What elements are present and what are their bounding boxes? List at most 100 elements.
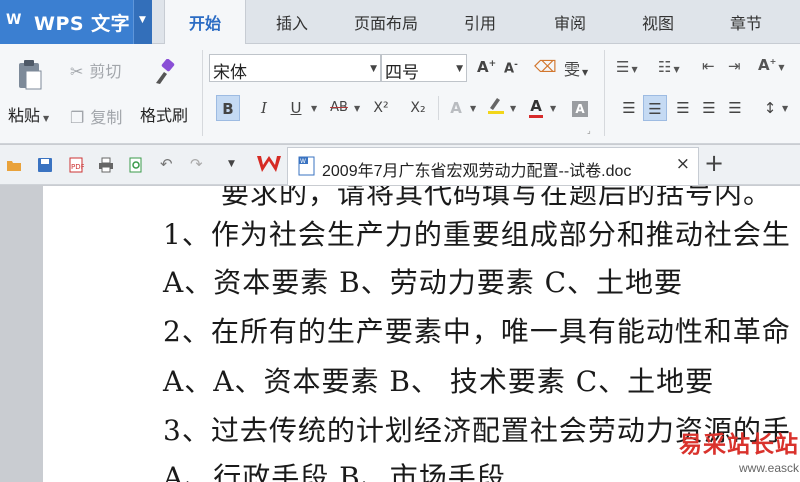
tab-chapter[interactable]: 章节 — [704, 0, 788, 44]
customize-toolbar-icon[interactable]: ▼ — [228, 159, 244, 175]
open-folder-icon[interactable] — [6, 157, 22, 173]
page-gutter — [0, 186, 43, 482]
title-tab-bar: W WPS 文字 ▼ 开始 插入 页面布局 引用 审阅 视图 章节 — [0, 0, 800, 45]
document-line: A、A、资本要素 B、 技术要素 C、土地要 — [163, 365, 715, 398]
font-size-value: 四号 — [385, 63, 419, 83]
subscript-button[interactable]: X₂ — [406, 95, 430, 121]
document-filename: 2009年7月广东省宏观劳动力配置--试卷.doc — [322, 163, 632, 180]
copy-icon: ❐ — [70, 108, 85, 127]
justify-icon[interactable]: ☰ — [697, 95, 721, 121]
caret-down-icon[interactable]: ▼ — [354, 104, 360, 113]
document-tab[interactable]: W 2009年7月广东省宏观劳动力配置--试卷.doc × — [287, 147, 699, 185]
print-icon[interactable] — [98, 157, 114, 173]
underline-label: U — [290, 99, 302, 117]
document-line: A、资本要素 B、劳动力要素 C、土地要 — [163, 266, 684, 299]
undo-icon[interactable]: ↶ — [160, 155, 176, 173]
caret-down-icon: ▼ — [370, 64, 377, 74]
format-painter-icon[interactable] — [152, 58, 178, 86]
caret-down-icon: ▼ — [582, 68, 589, 77]
font-size-select[interactable]: 四号 ▼ — [381, 54, 467, 83]
copy-button[interactable]: ❐ 复制 — [70, 104, 122, 128]
numbered-list-icon[interactable]: ☷ ▼ — [658, 58, 680, 76]
tab-review[interactable]: 审阅 — [528, 0, 612, 44]
character-scaling-icon[interactable]: A+▼ — [758, 56, 784, 74]
export-pdf-icon[interactable]: PDF — [68, 157, 85, 173]
print-preview-icon[interactable] — [128, 157, 144, 173]
caret-down-icon[interactable]: ▼ — [510, 104, 516, 113]
line-spacing-icon[interactable]: ↕ — [758, 95, 782, 121]
document-line: 2、在所有的生产要素中，唯一具有能动性和革命 — [163, 315, 791, 348]
paste-label: 粘贴 — [8, 106, 41, 125]
caret-down-icon[interactable]: ▼ — [470, 104, 476, 113]
app-menu-button[interactable]: W WPS 文字 ▼ — [0, 0, 152, 44]
cut-label: 剪切 — [89, 62, 122, 81]
bullet-list-icon[interactable]: ☰ ▼ — [616, 58, 638, 76]
increase-indent-icon[interactable]: ⇥ — [728, 57, 741, 75]
caret-down-icon[interactable]: ▼ — [550, 104, 556, 113]
shrink-font-icon[interactable]: A- — [504, 60, 518, 76]
document-line: A、行政手段 B、市场手段 — [163, 461, 506, 482]
underline-button[interactable]: U — [284, 95, 308, 121]
tab-view[interactable]: 视图 — [620, 0, 696, 44]
bold-button[interactable]: B — [216, 95, 240, 121]
align-left-icon[interactable]: ☰ — [617, 95, 641, 121]
scissors-icon: ✂ — [70, 62, 84, 81]
decrease-indent-icon[interactable]: ⇤ — [702, 57, 715, 75]
group-separator — [604, 50, 605, 136]
caret-down-icon: ▼ — [631, 65, 638, 74]
close-tab-icon[interactable]: × — [676, 154, 690, 174]
font-color-icon[interactable]: A — [524, 93, 548, 119]
ribbon-home: 粘贴 ▼ ✂ 剪切 ❐ 复制 格式刷 宋体 ▼ 四号 ▼ A+ A- ⌫ 雯 ▼ B I… — [0, 44, 800, 144]
grow-font-icon[interactable]: A+ — [477, 58, 496, 76]
redo-icon[interactable]: ↷ — [190, 155, 206, 173]
align-center-icon[interactable]: ☰ — [643, 95, 667, 121]
char-shading-icon[interactable]: A — [568, 95, 592, 121]
caret-down-icon[interactable]: ▼ — [311, 104, 317, 113]
caret-down-icon: ▼ — [43, 114, 50, 123]
word-doc-icon: W — [298, 156, 315, 176]
app-menu-dropdown[interactable]: ▼ — [133, 0, 152, 44]
tab-insert[interactable]: 插入 — [252, 0, 332, 44]
group-separator — [202, 50, 203, 136]
paste-icon[interactable] — [14, 58, 46, 92]
font-dialog-launcher-icon[interactable]: ⌟ — [587, 126, 591, 135]
document-line: 1、作为社会生产力的重要组成部分和推动社会生 — [163, 218, 791, 251]
caret-down-icon: ▼ — [673, 65, 680, 74]
superscript-button[interactable]: X² — [369, 95, 393, 121]
caret-down-icon: ▼ — [778, 63, 785, 72]
format-painter-button[interactable]: 格式刷 — [140, 102, 188, 126]
svg-text:W: W — [300, 158, 306, 165]
phonetic-guide-button[interactable]: 雯 ▼ — [564, 56, 588, 80]
highlight-icon[interactable] — [484, 95, 508, 121]
clear-format-icon[interactable]: ⌫ — [534, 57, 557, 76]
site-watermark: 易采站长站 www.easck.com — [675, 425, 800, 482]
watermark-text: 易采站长站 — [679, 431, 799, 458]
distributed-align-icon[interactable]: ☰ — [723, 95, 747, 121]
strikethrough-label: AB — [330, 100, 348, 115]
font-name-select[interactable]: 宋体 ▼ — [209, 54, 381, 83]
group-separator — [438, 96, 439, 120]
watermark-url: www.easck.com — [739, 461, 800, 475]
italic-button[interactable]: I — [252, 95, 276, 121]
caret-down-icon: ▼ — [139, 15, 146, 25]
caret-down-icon[interactable]: ▼ — [782, 104, 788, 113]
tab-home[interactable]: 开始 — [164, 0, 246, 45]
text-effect-icon[interactable]: A — [444, 95, 468, 121]
cut-button[interactable]: ✂ 剪切 — [70, 58, 121, 82]
caret-down-icon: ▼ — [456, 64, 463, 74]
strikethrough-button[interactable]: AB — [326, 95, 352, 121]
paste-button[interactable]: 粘贴 ▼ — [8, 102, 49, 126]
wps-logo-icon: W — [6, 12, 22, 28]
document-line: 要求的，请将其代码填写在题后的括号内。 — [221, 186, 773, 210]
phonetic-guide-icon: 雯 — [564, 60, 581, 79]
app-title: WPS 文字 — [34, 13, 131, 35]
wps-logo-icon[interactable] — [256, 152, 282, 176]
align-right-icon[interactable]: ☰ — [671, 95, 695, 121]
copy-label: 复制 — [90, 108, 123, 127]
new-tab-button[interactable]: + — [704, 149, 724, 177]
tab-references[interactable]: 引用 — [440, 0, 520, 44]
tab-page-layout[interactable]: 页面布局 — [340, 0, 432, 44]
font-name-value: 宋体 — [213, 63, 247, 83]
svg-text:PDF: PDF — [71, 163, 84, 171]
save-icon[interactable] — [37, 157, 53, 173]
